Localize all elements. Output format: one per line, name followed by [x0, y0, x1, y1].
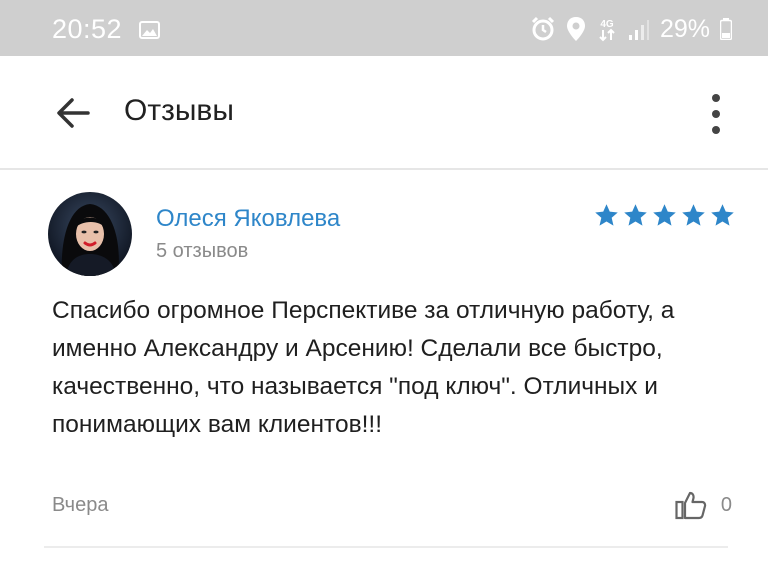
network-4g-icon: 4G [599, 19, 615, 42]
status-icons: 4G 29% [530, 14, 732, 44]
like-count: 0 [720, 493, 732, 516]
more-options-icon[interactable] [706, 92, 726, 136]
author-review-count: 5 отзывов [156, 240, 249, 262]
network-label: 4G [600, 19, 614, 30]
battery-icon [720, 18, 732, 40]
signal-icon [628, 20, 649, 40]
review-card: Олеся Яковлева 5 отзывов Спасибо огромно… [0, 172, 768, 576]
review-date: Вчера [52, 494, 109, 516]
page-title: Отзывы [124, 94, 234, 127]
location-icon [566, 17, 585, 41]
status-time: 20:52 [52, 14, 123, 44]
author-name[interactable]: Олеся Яковлева [156, 205, 340, 233]
status-bar: 20:52 4G 29% [0, 0, 768, 56]
back-arrow-icon[interactable] [52, 92, 94, 134]
image-notification-icon [139, 21, 160, 39]
star-icon [624, 204, 647, 226]
star-rating [593, 202, 736, 229]
review-text: Спасибо огромное Перспективе за отличную… [52, 297, 675, 438]
star-icon [711, 204, 734, 226]
alarm-icon [531, 16, 555, 41]
thumbs-up-icon [675, 491, 707, 520]
divider [44, 546, 728, 548]
avatar-image [48, 192, 132, 276]
like-button[interactable]: 0 [675, 490, 732, 520]
star-icon [682, 204, 705, 226]
star-icon [595, 204, 618, 226]
star-icon [653, 204, 676, 226]
avatar[interactable] [48, 192, 132, 276]
battery-percentage: 29% [659, 14, 710, 43]
app-bar: Отзывы [0, 56, 768, 170]
